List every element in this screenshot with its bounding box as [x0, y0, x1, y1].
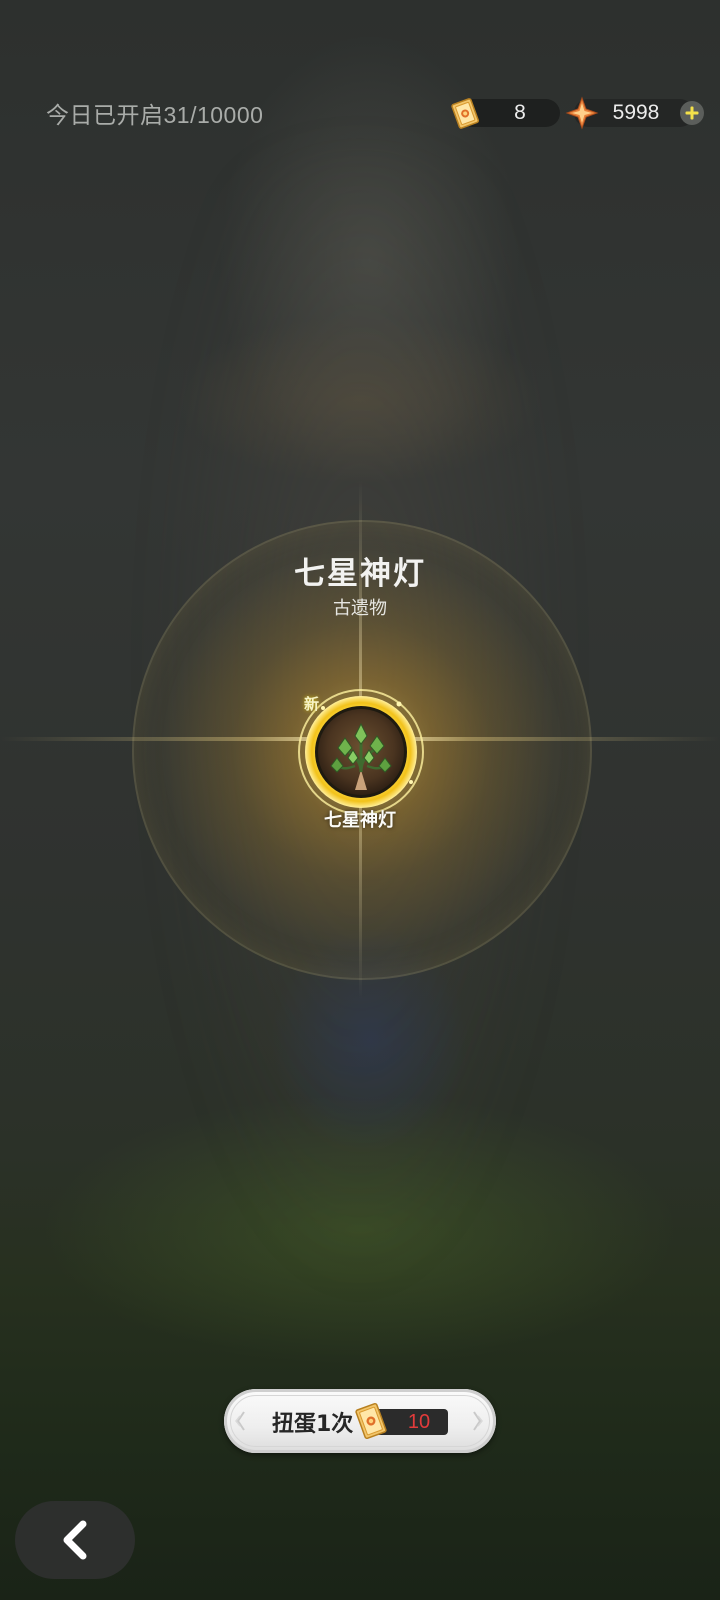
gem-count: 5998: [612, 101, 660, 124]
ticket-icon: [355, 1402, 387, 1440]
reward-item-name: 七星神灯: [324, 810, 396, 831]
ticket-icon: [451, 98, 480, 129]
ticket-count: 8: [514, 101, 526, 124]
gacha-cost-value: 10: [407, 1411, 431, 1433]
reward-title: 七星神灯: [294, 556, 426, 592]
plus-icon: [685, 106, 699, 120]
new-badge: 新: [304, 695, 320, 713]
button-deco-left-icon: [235, 1411, 245, 1431]
daily-open-counter: 今日已开启31/10000: [46, 102, 264, 128]
gacha-button-label: 扭蛋1次: [272, 1412, 354, 1437]
add-gems-button[interactable]: [680, 101, 704, 125]
back-button[interactable]: [15, 1501, 135, 1579]
reward-category: 古遗物: [333, 598, 387, 619]
chevron-left-icon: [63, 1520, 87, 1560]
button-deco-right-icon: [473, 1411, 483, 1431]
star-gem-icon: [565, 96, 599, 130]
